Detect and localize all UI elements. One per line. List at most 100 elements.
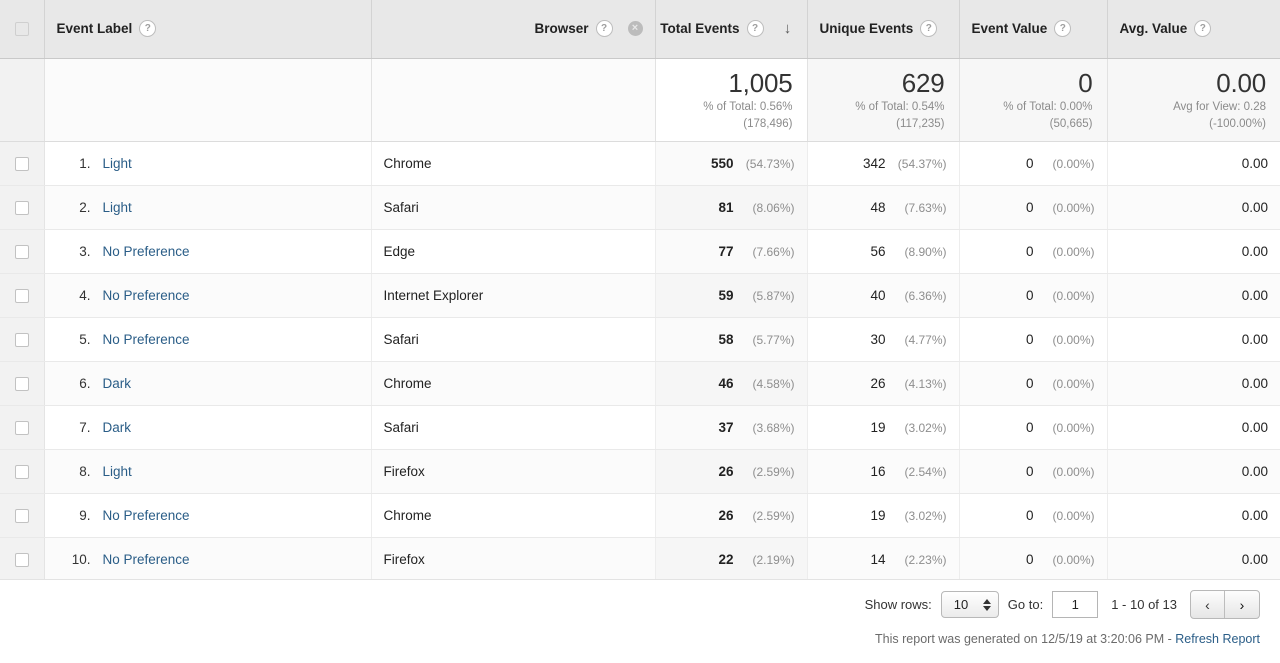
cell-unique-events: 30 (4.77%) — [807, 317, 960, 362]
cell-total-events: 22 (2.19%) — [655, 537, 808, 582]
column-header-event-value[interactable]: Event Value ? — [959, 0, 1108, 59]
help-icon[interactable]: ? — [1194, 20, 1212, 38]
event-value-pct: (0.00%) — [1052, 552, 1095, 567]
cell-event-value: 0 (0.00%) — [959, 449, 1108, 494]
event-value-value: 0 — [1025, 507, 1034, 523]
table-row: 10. No Preference Firefox 22 (2.19%) 14 (2.23%… — [0, 537, 1280, 582]
table-row: 6. Dark Chrome 46 (4.58%) 26 (4.13%) 0 (0.00%) 0.… — [0, 361, 1280, 406]
cell-browser: Chrome — [371, 141, 656, 186]
row-select-cell[interactable] — [0, 273, 45, 318]
column-header-event-label[interactable]: Event Label ? — [44, 0, 372, 59]
row-checkbox[interactable] — [14, 200, 29, 215]
event-value-pct: (0.00%) — [1052, 464, 1095, 479]
event-label-link[interactable]: Dark — [103, 376, 132, 391]
event-label-link[interactable]: No Preference — [103, 288, 190, 303]
row-checkbox[interactable] — [14, 244, 29, 259]
table-row: 5. No Preference Safari 58 (5.77%) 30 (4.77%) 0… — [0, 317, 1280, 362]
row-select-cell[interactable] — [0, 229, 45, 274]
total-events-value: 37 — [718, 419, 734, 435]
cell-unique-events: 19 (3.02%) — [807, 493, 960, 538]
cell-browser: Firefox — [371, 449, 656, 494]
avg-value-value: 0.00 — [1241, 331, 1268, 347]
total-events-value: 46 — [718, 375, 734, 391]
row-checkbox[interactable] — [14, 552, 29, 567]
remove-secondary-dimension-icon[interactable]: × — [627, 21, 643, 37]
event-label-link[interactable]: No Preference — [103, 552, 190, 567]
column-header-total-events[interactable]: Total Events ? ↓ — [655, 0, 808, 59]
help-icon[interactable]: ? — [139, 20, 157, 38]
row-checkbox[interactable] — [14, 332, 29, 347]
row-checkbox[interactable] — [14, 420, 29, 435]
browser-name: Safari — [383, 419, 419, 435]
avg-value-value: 0.00 — [1241, 287, 1268, 303]
column-header-avg-value[interactable]: Avg. Value ? — [1107, 0, 1280, 59]
event-value-pct: (0.00%) — [1052, 508, 1095, 523]
row-index: 10. — [71, 551, 91, 567]
event-label-link[interactable]: No Preference — [103, 332, 190, 347]
help-icon[interactable]: ? — [746, 20, 764, 38]
total-events-pct: (5.77%) — [752, 332, 795, 347]
goto-page-input[interactable] — [1052, 591, 1099, 618]
row-checkbox[interactable] — [14, 156, 29, 171]
column-header-unique-events[interactable]: Unique Events ? — [807, 0, 960, 59]
row-checkbox[interactable] — [14, 464, 29, 479]
summary-avg-value-delta: (-100.00%) — [1209, 117, 1266, 130]
help-icon[interactable]: ? — [920, 20, 938, 38]
summary-unique-events-abs: (117,235) — [896, 117, 945, 130]
previous-page-button[interactable]: ‹ — [1191, 591, 1225, 618]
stepper-arrows-icon — [982, 598, 991, 611]
next-page-button[interactable]: › — [1225, 591, 1259, 618]
row-select-cell[interactable] — [0, 537, 45, 582]
cell-unique-events: 19 (3.02%) — [807, 405, 960, 450]
show-rows-value: 10 — [953, 597, 969, 612]
cell-browser: Edge — [371, 229, 656, 274]
sort-descending-arrow-icon[interactable]: ↓ — [781, 21, 795, 36]
browser-name: Safari — [383, 199, 419, 215]
row-select-cell[interactable] — [0, 405, 45, 450]
unique-events-value: 56 — [870, 243, 886, 259]
event-label-link[interactable]: Light — [103, 464, 132, 479]
summary-total-events-pct: % of Total: 0.56% — [703, 100, 793, 113]
avg-value-value: 0.00 — [1241, 199, 1268, 215]
cell-total-events: 550 (54.73%) — [655, 141, 808, 186]
event-label-link[interactable]: No Preference — [103, 244, 190, 259]
pagination-controls: Show rows: 10 Go to: 1 - 10 of 13 ‹ › — [0, 580, 1280, 619]
row-select-cell[interactable] — [0, 317, 45, 362]
event-label-link[interactable]: Light — [103, 200, 132, 215]
column-header-browser[interactable]: Browser ? × — [371, 0, 656, 59]
event-value-value: 0 — [1025, 199, 1034, 215]
help-icon[interactable]: ? — [595, 20, 613, 38]
unique-events-pct: (4.77%) — [904, 332, 947, 347]
row-checkbox[interactable] — [14, 288, 29, 303]
event-label-link[interactable]: Dark — [103, 420, 132, 435]
select-all-checkbox[interactable] — [14, 22, 29, 37]
row-select-cell[interactable] — [0, 141, 45, 186]
column-header-avg-value-text: Avg. Value — [1119, 21, 1188, 37]
row-checkbox[interactable] — [14, 508, 29, 523]
row-select-cell[interactable] — [0, 361, 45, 406]
total-events-value: 22 — [718, 551, 734, 567]
row-checkbox[interactable] — [14, 376, 29, 391]
table-row: 8. Light Firefox 26 (2.59%) 16 (2.54%) 0 (0.00%)… — [0, 449, 1280, 494]
cell-event-label: 4. No Preference — [44, 273, 372, 318]
event-label-link[interactable]: Light — [103, 156, 132, 171]
help-icon[interactable]: ? — [1054, 20, 1072, 38]
unique-events-value: 48 — [870, 199, 886, 215]
table-row: 4. No Preference Internet Explorer 59 (5.87%… — [0, 273, 1280, 318]
cell-browser: Internet Explorer — [371, 273, 656, 318]
select-all-header-cell[interactable] — [0, 0, 45, 59]
unique-events-pct: (6.36%) — [904, 288, 947, 303]
table-row: 3. No Preference Edge 77 (7.66%) 56 (8.90%) 0 (0… — [0, 229, 1280, 274]
cell-avg-value: 0.00 — [1107, 493, 1280, 538]
cell-event-label: 3. No Preference — [44, 229, 372, 274]
refresh-report-link[interactable]: Refresh Report — [1175, 632, 1260, 646]
total-events-value: 58 — [718, 331, 734, 347]
header-row: Event Label ? Browser ? × Total Events ? — [0, 0, 1280, 59]
row-select-cell[interactable] — [0, 185, 45, 230]
event-label-link[interactable]: No Preference — [103, 508, 190, 523]
row-select-cell[interactable] — [0, 449, 45, 494]
summary-total-events-value: 1,005 — [728, 67, 793, 98]
summary-event-value-cell: 0 % of Total: 0.00% (50,665) — [959, 58, 1108, 142]
show-rows-select[interactable]: 10 — [940, 591, 999, 618]
row-select-cell[interactable] — [0, 493, 45, 538]
